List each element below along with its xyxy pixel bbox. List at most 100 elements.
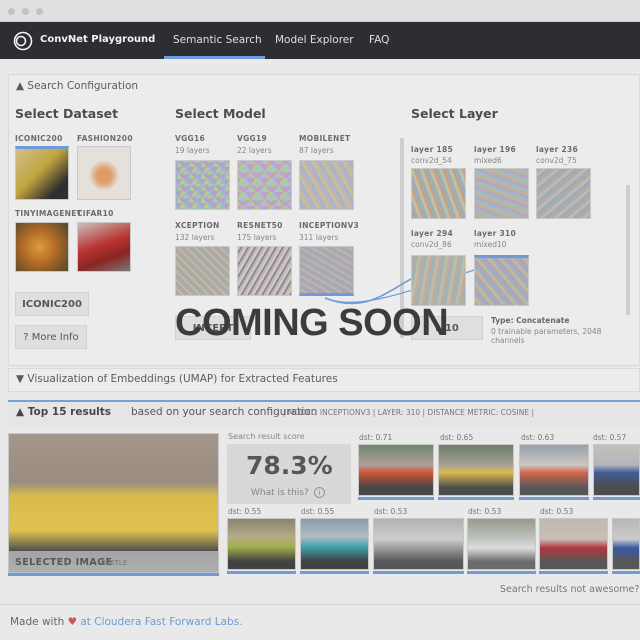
tab-semantic-search[interactable]: Semantic Search (173, 34, 262, 46)
result-thumb[interactable] (593, 444, 640, 496)
layer-thumb-185[interactable] (411, 168, 466, 219)
layer-label-185: layer 185 (411, 145, 454, 154)
model-label-mobilenet: MOBILENET (299, 134, 351, 143)
maximize-dot[interactable] (36, 8, 43, 15)
layer-thumb-310[interactable] (474, 255, 529, 306)
footer-link[interactable]: at Cloudera Fast Forward Labs. (80, 616, 242, 628)
result-thumb[interactable] (300, 518, 369, 570)
result-underline (438, 497, 514, 500)
model-label-vgg19: VGG19 (237, 134, 268, 143)
result-thumb[interactable] (373, 518, 464, 570)
layer-sub-310: mixed10 (474, 240, 507, 249)
model-sub-xception: 132 layers (175, 233, 215, 242)
result-thumb[interactable] (519, 444, 589, 496)
dataset-label-fashion200: FASHION200 (77, 134, 133, 143)
dataset-thumb-fashion200[interactable] (77, 146, 131, 200)
window-titlebar (0, 0, 640, 22)
logo-icon (13, 31, 33, 51)
layer-thumb-236[interactable] (536, 168, 591, 219)
result-thumb[interactable] (227, 518, 296, 570)
model-sub-mobilenet: 87 layers (299, 146, 334, 155)
layer-type: Type: Concatenate (491, 316, 570, 325)
model-thumb-resnet50[interactable] (237, 246, 292, 296)
footer-prefix: Made with (10, 616, 65, 628)
model-thumb-vgg16[interactable] (175, 160, 230, 210)
layer-sub-236: conv2d_75 (536, 156, 577, 165)
layer-label-310: layer 310 (474, 229, 517, 238)
model-thumb-vgg19[interactable] (237, 160, 292, 210)
tab-model-explorer[interactable]: Model Explorer (275, 34, 354, 46)
result-underline (593, 497, 640, 500)
result-underline (612, 571, 640, 574)
close-dot[interactable] (8, 8, 15, 15)
more-info-button[interactable]: ? More Info (15, 325, 87, 349)
dataset-thumb-iconic200[interactable] (15, 146, 69, 200)
brand-name[interactable]: ConvNet Playground (40, 34, 155, 45)
result-dst: dst: 0.53 (468, 507, 502, 516)
result-dst: dst: 0.65 (440, 433, 474, 442)
selected-image-underline (8, 573, 219, 576)
model-label-resnet50: RESNET50 (237, 221, 283, 230)
result-underline (467, 571, 536, 574)
layer-thumb-294[interactable] (411, 255, 466, 306)
tab-faq[interactable]: FAQ (369, 34, 389, 46)
result-thumb[interactable] (438, 444, 514, 496)
layer-scrollbar[interactable] (626, 185, 630, 315)
dataset-select-button[interactable]: ICONIC200 (15, 292, 89, 316)
heart-icon: ♥ (67, 616, 77, 628)
dataset-thumb-cifar10[interactable] (77, 222, 131, 272)
model-thumb-xception[interactable] (175, 246, 230, 296)
layer-thumb-196[interactable] (474, 168, 529, 219)
results-feedback[interactable]: Search results not awesome? H (500, 584, 640, 595)
model-label-vgg16: VGG16 (175, 134, 206, 143)
layer-label-196: layer 196 (474, 145, 517, 154)
model-label-inceptionv3: INCEPTIONV3 (299, 221, 360, 230)
coming-soon-text: COMING SOON (175, 302, 449, 344)
selected-image-tag: BEETLE (101, 559, 128, 567)
result-underline (539, 571, 608, 574)
layer-title: Select Layer (411, 106, 498, 121)
result-underline (373, 571, 464, 574)
score-label: Search result score (228, 432, 305, 441)
result-dst: dst: 0.55 (301, 507, 335, 516)
dataset-label-iconic200: ICONIC200 (15, 134, 63, 143)
model-title: Select Model (175, 106, 266, 121)
model-sub-vgg16: 19 layers (175, 146, 210, 155)
dataset-title: Select Dataset (15, 106, 119, 121)
result-underline (519, 497, 589, 500)
result-thumb[interactable] (467, 518, 536, 570)
footer: Made with ♥ at Cloudera Fast Forward Lab… (10, 616, 243, 628)
dataset-thumb-tinyimagenet[interactable] (15, 222, 69, 272)
info-icon[interactable]: i (314, 487, 325, 498)
result-thumb[interactable] (539, 518, 608, 570)
result-dst: dst: 0.53 (540, 507, 574, 516)
active-tab-indicator (164, 56, 265, 59)
model-sub-inceptionv3: 311 layers (299, 233, 339, 242)
result-dst: dst: 0.57 (593, 433, 627, 442)
result-dst: dst: 0.63 (521, 433, 555, 442)
layer-sub-185: conv2d_54 (411, 156, 452, 165)
result-thumb[interactable] (612, 518, 640, 570)
result-dst: dst: 0.55 (228, 507, 262, 516)
score-value: 78.3% (246, 451, 333, 480)
model-sub-resnet50: 175 layers (237, 233, 277, 242)
umap-header[interactable]: ▼ Visualization of Embeddings (UMAP) for… (16, 373, 338, 385)
layer-label-294: layer 294 (411, 229, 454, 238)
search-config-header[interactable]: ▲ Search Configuration (16, 80, 138, 92)
dataset-label-tinyimagenet: TINYIMAGENET (15, 209, 83, 218)
model-thumb-mobilenet[interactable] (299, 160, 354, 210)
score-help[interactable]: What is this? (251, 488, 309, 498)
minimize-dot[interactable] (22, 8, 29, 15)
result-dst: dst: 0.53 (374, 507, 408, 516)
result-underline (227, 571, 296, 574)
selected-image-label: SELECTED IMAGE (15, 557, 113, 568)
top-navbar: ConvNet Playground Semantic Search Model… (0, 22, 640, 59)
result-thumb[interactable] (358, 444, 434, 496)
footer-divider (0, 604, 640, 605)
dataset-label-cifar10: CIFAR10 (77, 209, 114, 218)
result-dst: dst: 0.71 (359, 433, 393, 442)
results-meta: | MODEL: INCEPTIONV3 | LAYER: 310 | DIST… (283, 408, 535, 417)
result-underline (358, 497, 434, 500)
results-title[interactable]: ▲ Top 15 results (16, 406, 111, 418)
layer-sub-196: mixed6 (474, 156, 502, 165)
